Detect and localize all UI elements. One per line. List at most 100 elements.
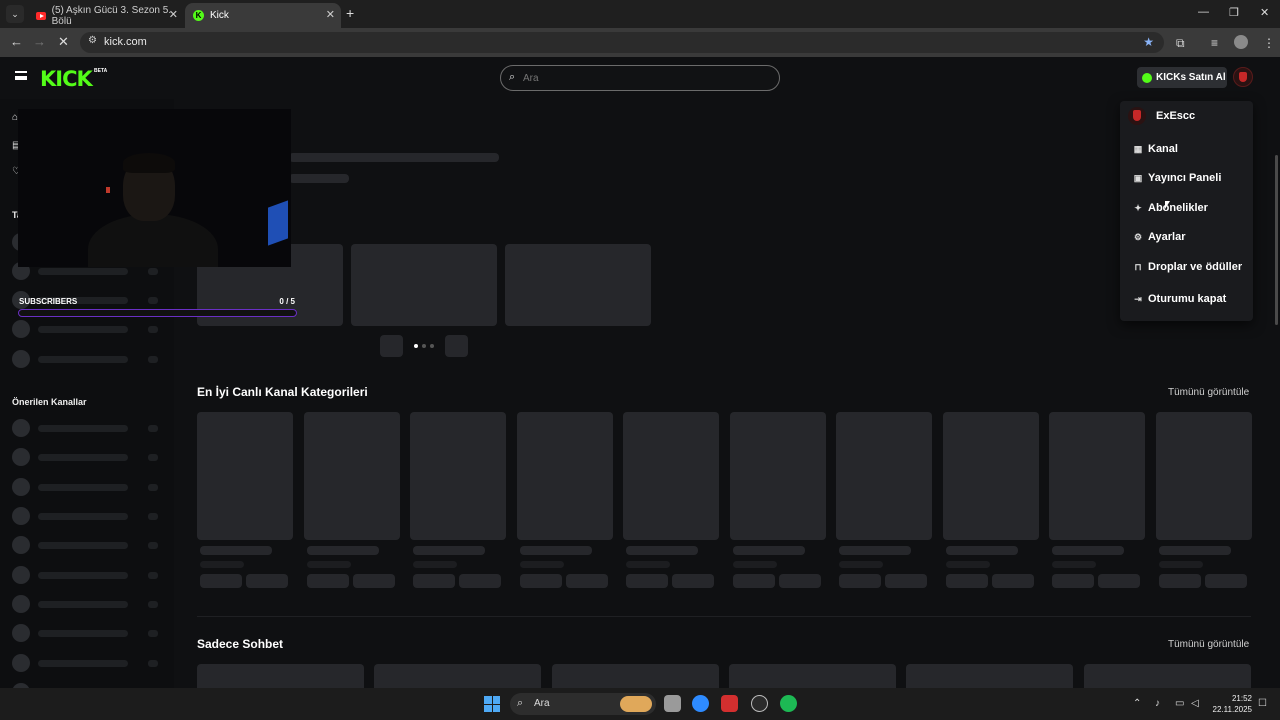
category-card-placeholder [410, 412, 506, 540]
section-divider [197, 616, 1251, 617]
menu-item-settings[interactable]: ⚙ Ayarlar [1133, 231, 1186, 243]
carousel-dot[interactable] [430, 344, 434, 348]
menu-item-creator-dashboard[interactable]: ▣ Yayıncı Paneli [1133, 172, 1222, 184]
profile-avatar-icon[interactable] [1234, 35, 1248, 49]
categories-view-all-link[interactable]: Tümünü görüntüle [1168, 387, 1249, 398]
stream-card-placeholder [197, 664, 364, 688]
site-search[interactable]: ⌕ [500, 65, 780, 91]
taskbar-search-label: Ara [534, 698, 550, 709]
carousel-prev-button[interactable] [380, 335, 403, 357]
category-title-placeholder [200, 546, 272, 555]
sidebar-channel-placeholder [12, 654, 162, 672]
webcam-overlay [18, 109, 291, 267]
browser-tab-youtube[interactable]: (5) Aşkın Gücü 3. Sezon 5. Bölü ✕ [28, 3, 184, 28]
red-app-icon[interactable] [721, 695, 738, 712]
category-tag-placeholder [459, 574, 501, 588]
taskbar-search[interactable]: ⌕ Ara [510, 693, 656, 715]
browser-toolbar: ← → ✕ ⚙ kick.com ★ ⧉ ≡ ⋮ [0, 28, 1280, 57]
category-viewers-placeholder [200, 561, 244, 568]
chat-section-title: Sadece Sohbet [197, 637, 284, 651]
forward-icon[interactable]: → [33, 34, 46, 49]
browser-menu-icon[interactable]: ⋮ [1263, 36, 1275, 50]
restore-icon[interactable]: ❐ [1229, 6, 1239, 19]
menu-user-header[interactable]: ExEscc [1128, 107, 1195, 125]
sidebar-recommended-title: Önerilen Kanallar [12, 397, 87, 407]
extensions-icon[interactable]: ⧉ [1176, 36, 1185, 51]
taskbar-clock[interactable]: 21:52 22.11.2025 [1210, 693, 1252, 715]
media-control-icon[interactable]: ≡ [1211, 36, 1218, 50]
menu-item-logout[interactable]: ⇥ Oturumu kapat [1133, 293, 1226, 305]
menu-item-drops[interactable]: ⊓ Droplar ve ödüller [1133, 261, 1242, 273]
mouse-cursor [1165, 201, 1170, 209]
new-tab-icon[interactable]: + [346, 5, 354, 21]
sidebar-channel-placeholder [12, 624, 162, 642]
stream-card-placeholder [1084, 664, 1251, 688]
chat-view-all-link[interactable]: Tümünü görüntüle [1168, 639, 1249, 650]
bookmark-star-icon[interactable]: ★ [1143, 35, 1154, 49]
sidebar-channel-placeholder [12, 536, 162, 554]
site-info-icon[interactable]: ⚙ [88, 35, 97, 46]
user-dropdown-menu: ExEscc ▦ Kanal ▣ Yayıncı Paneli ✦ Abonel… [1120, 101, 1253, 321]
url-text: kick.com [104, 36, 147, 48]
stop-loading-icon[interactable]: ✕ [58, 34, 69, 50]
category-card-placeholder [623, 412, 719, 540]
volume-icon[interactable]: ◁ [1191, 698, 1199, 709]
tray-overflow-icon[interactable]: ⌃ [1133, 698, 1141, 709]
spotify-icon[interactable] [780, 695, 797, 712]
menu-item-label: Yayıncı Paneli [1148, 172, 1222, 184]
site-header: KICK BETA ⌕ KICKs Satın Al [0, 57, 1280, 99]
subscribers-goal-count: 0 / 5 [279, 297, 295, 306]
clock-time: 21:52 [1231, 694, 1252, 703]
category-tag-placeholder [200, 574, 242, 588]
minimize-icon[interactable]: — [1198, 6, 1209, 18]
category-tag-placeholder [992, 574, 1034, 588]
category-tag-placeholder [1205, 574, 1247, 588]
search-input[interactable] [523, 70, 763, 86]
microphone-icon[interactable]: ♪ [1155, 698, 1160, 709]
kick-logo[interactable]: KICK [40, 67, 93, 91]
category-viewers-placeholder [839, 561, 883, 568]
carousel-next-button[interactable] [445, 335, 468, 357]
windows-start-icon[interactable] [484, 696, 500, 712]
tab-search-button[interactable]: ⌄ [6, 5, 24, 23]
user-avatar-button[interactable] [1233, 67, 1253, 87]
search-highlight-icon [620, 696, 652, 712]
windows-taskbar: ⌕ Ara ⌃ ♪ ▭ ◁ 21:52 22.11.2025 ☐ [0, 688, 1280, 720]
subscribers-goal-widget: SUBSCRIBERS 0 / 5 [18, 297, 297, 319]
category-title-placeholder [626, 546, 698, 555]
menu-item-label: Ayarlar [1148, 231, 1186, 243]
menu-item-channel[interactable]: ▦ Kanal [1133, 143, 1178, 155]
category-title-placeholder [839, 546, 911, 555]
sidebar-channel-placeholder [12, 419, 162, 437]
chrome-icon[interactable] [692, 695, 709, 712]
category-viewers-placeholder [1052, 561, 1096, 568]
menu-item-subscriptions[interactable]: ✦ Abonelikler [1133, 202, 1208, 214]
menu-hamburger-icon[interactable] [15, 71, 27, 80]
category-card-placeholder [943, 412, 1039, 540]
buy-kicks-button[interactable]: KICKs Satın Al [1137, 67, 1227, 88]
carousel-dot[interactable] [422, 344, 426, 348]
category-title-placeholder [520, 546, 592, 555]
category-title-placeholder [733, 546, 805, 555]
steam-icon[interactable] [751, 695, 768, 712]
close-tab-icon[interactable]: ✕ [326, 8, 335, 21]
stream-card-placeholder [374, 664, 541, 688]
category-tag-placeholder [413, 574, 455, 588]
carousel-dot-active[interactable] [414, 344, 418, 348]
close-tab-icon[interactable]: ✕ [169, 8, 178, 21]
browser-tab-kick[interactable]: K Kick ✕ [185, 3, 341, 28]
back-icon[interactable]: ← [10, 34, 23, 49]
category-tag-placeholder [946, 574, 988, 588]
close-window-icon[interactable]: ✕ [1260, 6, 1269, 19]
category-title-placeholder [1159, 546, 1231, 555]
notification-icon[interactable]: ☐ [1258, 698, 1267, 709]
sidebar-channel-placeholder [12, 566, 162, 584]
file-explorer-icon[interactable] [664, 695, 681, 712]
subscribers-goal-label: SUBSCRIBERS [19, 297, 78, 306]
browser-tab-bar: ⌄ (5) Aşkın Gücü 3. Sezon 5. Bölü ✕ K Ki… [0, 0, 1280, 28]
network-icon[interactable]: ▭ [1175, 698, 1184, 709]
address-bar[interactable]: ⚙ kick.com ★ [80, 32, 1164, 53]
category-tag-placeholder [626, 574, 668, 588]
category-viewers-placeholder [626, 561, 670, 568]
page-scrollbar[interactable] [1275, 155, 1278, 325]
